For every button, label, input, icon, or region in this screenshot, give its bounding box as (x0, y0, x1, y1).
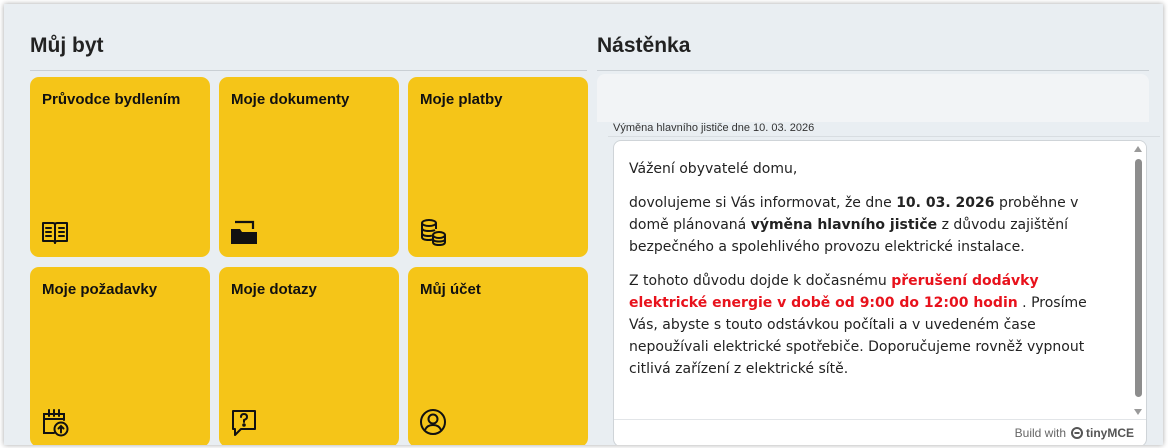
tile-my-documents[interactable]: Moje dokumenty (219, 77, 399, 257)
scroll-down-arrow-icon[interactable] (1134, 409, 1142, 415)
notice-board-header (597, 74, 1149, 122)
tile-my-payments[interactable]: Moje platby (408, 77, 588, 257)
scroll-thumb[interactable] (1135, 159, 1142, 397)
notice-paragraph-1: dovolujeme si Vás informovat, že dne 10.… (629, 195, 1079, 255)
notice-board-title: Nástěnka (597, 34, 691, 57)
notice-title-divider (608, 136, 1160, 137)
question-bubble-icon (229, 407, 259, 437)
tinymce-brand-label: tinyMCE (1086, 426, 1134, 440)
user-circle-icon (418, 407, 448, 437)
tile-my-account[interactable]: Můj účet (408, 267, 588, 445)
tile-my-questions[interactable]: Moje dotazy (219, 267, 399, 445)
notice-paragraph-2: Z tohoto důvodu dojde k dočasnému přeruš… (629, 273, 1087, 377)
book-icon (40, 217, 70, 247)
notice-board-divider (597, 70, 1149, 71)
notice-body: Vážení obyvatelé domu, dovolujeme si Vás… (614, 141, 1132, 419)
tile-label: Moje požadavky (42, 281, 158, 298)
tinymce-logo-icon (1071, 427, 1083, 439)
tile-label: Moje dokumenty (231, 91, 350, 108)
editor-scrollbar[interactable] (1132, 141, 1146, 419)
tile-housing-guide[interactable]: Průvodce bydlením (30, 77, 210, 257)
coins-icon (418, 217, 448, 247)
tile-label: Moje dotazy (231, 281, 317, 298)
notice-subject: výměna hlavního jističe (750, 217, 938, 233)
tile-my-requests[interactable]: Moje požadavky (30, 267, 210, 445)
tinymce-brand-link[interactable]: tinyMCE (1071, 426, 1134, 440)
app-frame: Můj byt Průvodce bydlením Moje dokumenty… (4, 4, 1163, 445)
notice-greeting: Vážení obyvatelé domu, (629, 161, 798, 177)
my-flat-title: Můj byt (30, 34, 104, 57)
build-with-label: Build with (1014, 426, 1066, 440)
notice-title: Výměna hlavního jističe dne 10. 03. 2026 (613, 122, 815, 134)
folder-icon (229, 217, 259, 247)
calendar-upload-icon (40, 407, 70, 437)
tile-label: Moje platby (420, 91, 503, 108)
notice-date: 10. 03. 2026 (896, 195, 995, 211)
tile-label: Průvodce bydlením (42, 91, 181, 108)
scroll-up-arrow-icon[interactable] (1134, 146, 1142, 152)
my-flat-divider (30, 70, 587, 71)
editor-statusbar: Build with tinyMCE (614, 419, 1146, 445)
tile-label: Můj účet (420, 281, 481, 298)
notice-editor[interactable]: Vážení obyvatelé domu, dovolujeme si Vás… (613, 140, 1147, 445)
